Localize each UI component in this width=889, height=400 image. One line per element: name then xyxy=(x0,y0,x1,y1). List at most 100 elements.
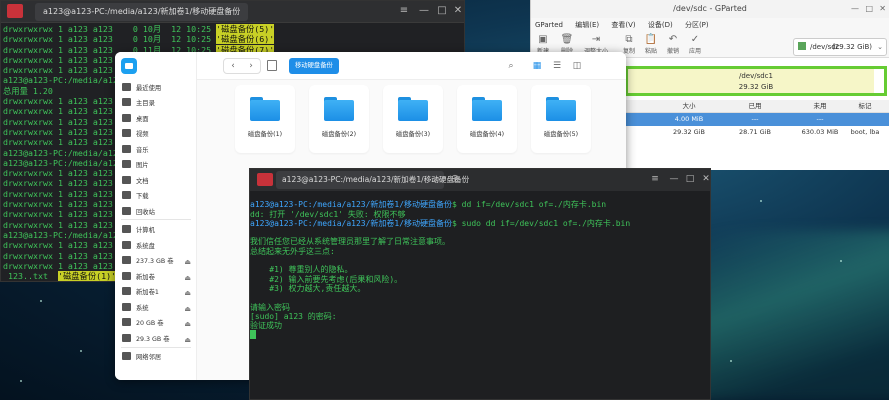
forward-icon[interactable]: › xyxy=(242,59,260,73)
partition-graph[interactable]: /dev/sdc1 29.32 GiB xyxy=(625,66,887,96)
resize-icon: ⇥ xyxy=(591,34,601,45)
recent-icon xyxy=(122,83,131,91)
folder-icon xyxy=(250,97,280,121)
row-used: 28.71 GiB xyxy=(739,128,771,136)
close-tab-icon[interactable]: ✕ xyxy=(433,171,439,189)
terminal-tab[interactable]: a123@a123-PC:/media/a123/新加卷1/移动硬盘备份 ✕ xyxy=(276,171,469,189)
sidebar-item-label: 新加卷1 xyxy=(136,289,159,296)
folder-item[interactable]: 磁盘备份(4) xyxy=(457,85,517,153)
sidebar-item[interactable]: 视频 xyxy=(119,128,193,142)
close-icon[interactable]: ✕ xyxy=(451,4,464,18)
row-size: 29.32 GiB xyxy=(673,128,705,136)
sidebar-item-label: 回收站 xyxy=(136,209,155,216)
desktop-icon xyxy=(122,114,131,122)
search-icon[interactable]: ⌕ xyxy=(505,60,517,72)
terminal-titlebar[interactable]: a123@a123-PC:/media/a123/新加卷1/移动硬盘备份 ✕ ⊕ … xyxy=(250,169,710,191)
drive-icon[interactable] xyxy=(267,60,277,71)
list-view-icon[interactable]: ☰ xyxy=(551,60,563,72)
video-icon xyxy=(122,129,131,137)
sidebar-item[interactable]: 29.3 GB 卷 ⏏ xyxy=(119,333,193,347)
terminal-titlebar[interactable]: a123@a123-PC:/media/a123/新加卷1/移动硬盘备份 ≡ —… xyxy=(1,1,464,23)
col-unused[interactable]: 未用 xyxy=(790,100,850,113)
partition-graph-size: 29.32 GiB xyxy=(738,83,774,91)
terminal-tab[interactable]: a123@a123-PC:/media/a123/新加卷1/移动硬盘备份 xyxy=(35,3,249,21)
folder-item[interactable]: 磁盘备份(3) xyxy=(383,85,443,153)
sidebar-divider xyxy=(121,347,191,348)
maximize-icon[interactable]: □ xyxy=(435,4,449,18)
sidebar-item-label: 视频 xyxy=(136,131,149,138)
eject-icon[interactable]: ⏏ xyxy=(184,271,191,285)
col-used[interactable]: 已用 xyxy=(725,100,785,113)
row-used: --- xyxy=(751,115,759,123)
cursor-line xyxy=(250,330,710,340)
sidebar-item[interactable]: 下载 xyxy=(119,190,193,204)
folder-item[interactable]: 磁盘备份(5) xyxy=(531,85,591,153)
sidebar-item[interactable]: 网络邻居 xyxy=(119,351,193,365)
sidebar-item[interactable]: 计算机 xyxy=(119,224,193,238)
minimize-icon[interactable]: — xyxy=(417,4,431,18)
detail-view-icon[interactable]: ◫ xyxy=(571,60,583,72)
eject-icon[interactable]: ⏏ xyxy=(184,302,191,316)
row-flags: boot, lba xyxy=(850,128,880,136)
paste-label: 粘贴 xyxy=(644,48,657,55)
sidebar-item[interactable]: 237.3 GB 卷 ⏏ xyxy=(119,255,193,269)
col-size[interactable]: 大小 xyxy=(659,100,719,113)
back-icon[interactable]: ‹ xyxy=(224,59,242,73)
apply-button[interactable]: ✓ 应用 xyxy=(685,34,705,55)
maximize-icon[interactable]: □ xyxy=(865,0,873,18)
breadcrumb-current[interactable]: 移动硬盘备份 xyxy=(289,58,339,74)
sidebar-item[interactable]: 回收站 xyxy=(119,206,193,220)
minimize-icon[interactable]: — xyxy=(668,173,680,185)
device-selector[interactable]: /dev/sdc (29.32 GiB) ⌄ xyxy=(793,38,887,56)
sidebar-item[interactable]: 主目录 xyxy=(119,97,193,111)
close-icon[interactable]: ✕ xyxy=(879,0,886,18)
eject-icon[interactable]: ⏏ xyxy=(184,317,191,331)
row-unused: --- xyxy=(816,115,824,123)
sidebar-item-label: 29.3 GB 卷 xyxy=(136,336,170,343)
table-row[interactable]: 29.32 GiB 28.71 GiB 630.03 MiB boot, lba xyxy=(625,126,889,139)
terminal-window-front[interactable]: a123@a123-PC:/media/a123/新加卷1/移动硬盘备份 ✕ ⊕ … xyxy=(249,168,711,400)
sidebar-item[interactable]: 系统 ⏏ xyxy=(119,302,193,316)
close-icon[interactable]: ✕ xyxy=(700,173,710,185)
terminal-line: 我们信任您已经从系统管理员那里了解了日常注意事项。 xyxy=(250,237,450,247)
volume-icon xyxy=(122,272,131,280)
eject-icon[interactable]: ⏏ xyxy=(184,255,191,269)
folder-item[interactable]: 磁盘备份(2) xyxy=(309,85,369,153)
sidebar-item[interactable]: 音乐 xyxy=(119,144,193,158)
home-icon xyxy=(122,98,131,106)
new-tab-icon[interactable]: ⊕ xyxy=(448,172,462,186)
sidebar-item[interactable]: 系统盘 xyxy=(119,240,193,254)
eject-icon[interactable]: ⏏ xyxy=(184,333,191,347)
eject-icon[interactable]: ⏏ xyxy=(184,286,191,300)
menu-edit[interactable]: 编辑(E) xyxy=(575,21,599,29)
col-flags[interactable]: 标记 xyxy=(845,100,885,113)
sidebar-item[interactable]: 文档 xyxy=(119,175,193,189)
menu-icon[interactable]: ≡ xyxy=(649,173,661,185)
sidebar-item[interactable]: 桌面 xyxy=(119,113,193,127)
menu-view[interactable]: 查看(V) xyxy=(611,21,635,29)
undo-button[interactable]: ↶ 撤销 xyxy=(663,34,683,55)
paste-button[interactable]: 📋 粘贴 xyxy=(641,34,661,55)
sidebar-item[interactable]: 图片 xyxy=(119,159,193,173)
menu-icon[interactable]: ≡ xyxy=(397,4,411,18)
error-line: dd: 打开 '/dev/sdc1' 失败: 权限不够 xyxy=(250,209,406,219)
sidebar-item[interactable]: 新加卷1 ⏏ xyxy=(119,286,193,300)
minimize-icon[interactable]: — xyxy=(851,0,859,18)
file-manager-logo xyxy=(121,58,137,74)
sidebar-item[interactable]: 新加卷 ⏏ xyxy=(119,271,193,285)
delete-icon: 🗑 xyxy=(560,34,574,45)
menu-gparted[interactable]: GParted xyxy=(535,21,563,29)
maximize-icon[interactable]: □ xyxy=(684,173,696,185)
highlighted-dir: '磁盘备份(6)' xyxy=(216,34,275,45)
menu-partition[interactable]: 分区(P) xyxy=(685,21,709,29)
grid-view-icon[interactable]: ▦ xyxy=(531,60,543,72)
menu-bar: GParted 编辑(E) 查看(V) 设备(D) 分区(P) xyxy=(531,18,889,32)
partition-table-header: 大小 已用 未用 标记 xyxy=(625,100,889,113)
chevron-down-icon: ⌄ xyxy=(877,43,883,51)
window-title-bar: /dev/sdc - GParted — □ ✕ xyxy=(531,0,889,18)
sidebar-item[interactable]: 20 GB 卷 ⏏ xyxy=(119,317,193,331)
table-row[interactable]: 4.00 MiB --- --- xyxy=(625,113,889,126)
menu-device[interactable]: 设备(D) xyxy=(648,21,673,29)
sidebar-item[interactable]: 最近使用 xyxy=(119,82,193,96)
folder-item[interactable]: 磁盘备份(1) xyxy=(235,85,295,153)
